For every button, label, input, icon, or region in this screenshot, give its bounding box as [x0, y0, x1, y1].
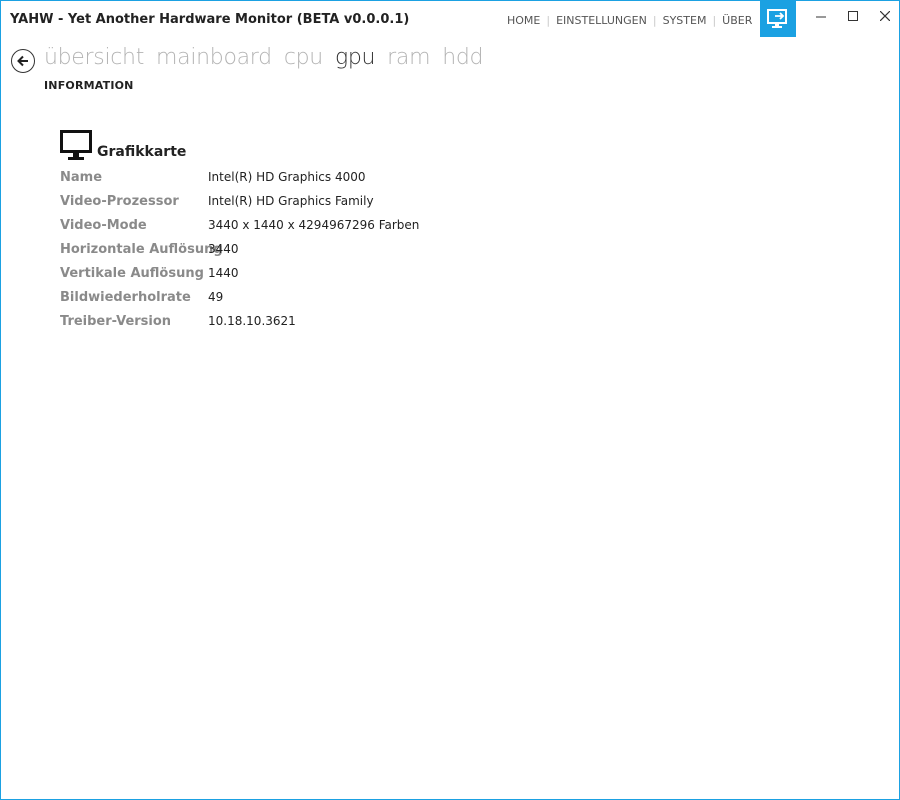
- card-header: Grafikkarte: [60, 130, 186, 162]
- info-row: Name Intel(R) HD Graphics 4000: [60, 165, 419, 189]
- page-tabs: übersicht mainboard cpu gpu ram hdd: [44, 45, 495, 70]
- app-title-rest: - Yet Another Hardware Monitor (BETA v0.…: [53, 12, 410, 27]
- title-bar: YAHW - Yet Another Hardware Monitor (BET…: [1, 1, 899, 41]
- remote-desktop-button[interactable]: [760, 1, 796, 37]
- nav-system[interactable]: SYSTEM: [657, 14, 713, 27]
- info-row: Treiber-Version 10.18.10.3621: [60, 309, 419, 333]
- back-button[interactable]: [11, 49, 35, 73]
- tab-mainboard[interactable]: mainboard: [156, 45, 272, 70]
- remote-desktop-icon: [767, 9, 787, 28]
- info-row: Vertikale Auflösung 1440: [60, 261, 419, 285]
- tab-ram[interactable]: ram: [387, 45, 430, 70]
- info-label: Video-Prozessor: [60, 193, 179, 209]
- app-name: YAHW: [10, 12, 54, 27]
- nav-home[interactable]: HOME: [501, 14, 546, 27]
- info-row: Bildwiederholrate 49: [60, 285, 419, 309]
- nav-ueber[interactable]: ÜBER: [716, 14, 758, 27]
- info-value: 3440: [208, 242, 239, 256]
- info-label: Horizontale Auflösung: [60, 241, 223, 257]
- info-label: Bildwiederholrate: [60, 289, 191, 305]
- nav-einstellungen[interactable]: EINSTELLUNGEN: [550, 14, 653, 27]
- tab-cpu[interactable]: cpu: [284, 45, 323, 70]
- info-value: 10.18.10.3621: [208, 314, 296, 328]
- info-label: Video-Mode: [60, 217, 147, 233]
- info-value: 49: [208, 290, 224, 304]
- back-arrow-icon: [17, 55, 28, 67]
- info-label: Vertikale Auflösung: [60, 265, 204, 281]
- maximize-button[interactable]: [838, 5, 868, 27]
- info-value: Intel(R) HD Graphics 4000: [208, 170, 366, 184]
- minimize-button[interactable]: [806, 5, 836, 27]
- info-table: Name Intel(R) HD Graphics 4000 Video-Pro…: [60, 165, 419, 333]
- close-button[interactable]: [870, 5, 900, 27]
- info-row: Video-Mode 3440 x 1440 x 4294967296 Farb…: [60, 213, 419, 237]
- tab-uebersicht[interactable]: übersicht: [44, 45, 144, 70]
- info-label: Name: [60, 169, 103, 185]
- maximize-icon: [848, 11, 858, 21]
- minimize-icon: [816, 16, 826, 18]
- info-value: 3440 x 1440 x 4294967296 Farben: [208, 218, 420, 232]
- info-value: Intel(R) HD Graphics Family: [208, 194, 374, 208]
- subsection-title: INFORMATION: [44, 79, 134, 92]
- tab-gpu[interactable]: gpu: [335, 45, 376, 70]
- card-title: Grafikkarte: [97, 144, 187, 160]
- close-icon: [880, 11, 890, 21]
- info-value: 1440: [208, 266, 239, 280]
- tab-hdd[interactable]: hdd: [442, 45, 483, 70]
- monitor-icon: [60, 130, 92, 160]
- info-label: Treiber-Version: [60, 313, 172, 329]
- info-row: Video-Prozessor Intel(R) HD Graphics Fam…: [60, 189, 419, 213]
- top-navigation: HOME | EINSTELLUNGEN | SYSTEM | ÜBER: [501, 14, 758, 27]
- window-title: YAHW - Yet Another Hardware Monitor (BET…: [10, 12, 409, 27]
- info-row: Horizontale Auflösung 3440: [60, 237, 419, 261]
- app-window: YAHW - Yet Another Hardware Monitor (BET…: [0, 0, 900, 800]
